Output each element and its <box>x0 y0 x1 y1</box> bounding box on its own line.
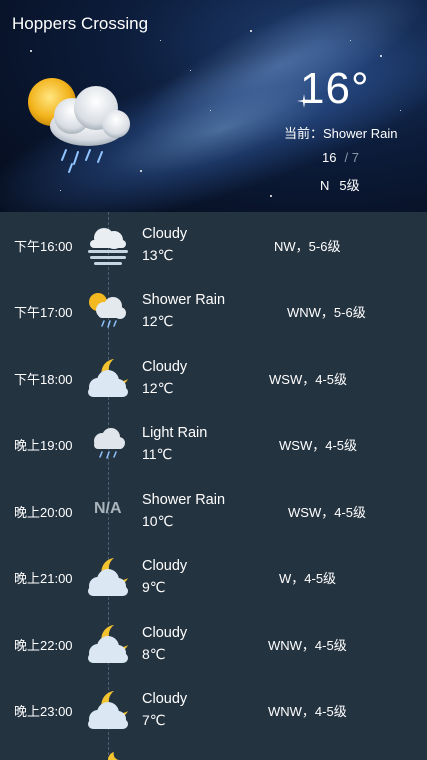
current-condition-text: Shower Rain <box>323 126 398 141</box>
moon-cloud-icon <box>88 625 128 663</box>
hour-temperature: 11℃ <box>142 446 173 462</box>
hour-condition: Cloudy <box>142 226 188 242</box>
hour-time: 晚上22:00 <box>14 638 73 653</box>
hour-condition: Cloudy <box>142 558 188 574</box>
hour-wind: WSW，4-5级 <box>269 372 348 387</box>
cloud-rain-icon <box>94 428 125 459</box>
hourly-row: 下午17:00 Shower Rain 12℃ WNW，5-6级 <box>0 278 427 344</box>
hour-time: 下午17:00 <box>14 305 73 320</box>
hourly-row: 晚上20:00 N/A Shower Rain 10℃ WSW，4-5级 <box>0 478 427 544</box>
wind-level: 5级 <box>339 178 360 193</box>
hour-condition: Shower Rain <box>142 492 226 508</box>
hour-temperature: 12℃ <box>142 380 174 396</box>
hour-wind: WSW，4-5级 <box>279 438 358 453</box>
sun-cloud-rain-icon <box>89 293 126 328</box>
hour-wind: WNW，5-6级 <box>287 305 366 320</box>
current-condition: 当前：Shower Rain <box>284 123 397 142</box>
hour-temperature: 7℃ <box>142 712 166 728</box>
hourly-forecast-list[interactable]: 下午16:00 Cloudy 13℃ NW，5-6级 下午17:00 Showe… <box>0 212 427 760</box>
moon-cloud-icon <box>88 359 128 397</box>
hour-temperature: 12℃ <box>142 313 174 329</box>
hour-condition: Cloudy <box>142 691 188 707</box>
hour-time: 晚上21:00 <box>14 571 73 586</box>
hourly-row: 下午18:00 Cloudy 12℃ WSW，4-5级 <box>0 345 427 411</box>
location-title[interactable]: Hoppers Crossing <box>12 14 148 34</box>
hour-temperature: 9℃ <box>142 579 166 595</box>
hour-wind: WSW，4-5级 <box>288 505 367 520</box>
hour-time: 晚上19:00 <box>14 438 73 453</box>
high-temp: 16 <box>322 150 337 165</box>
weather-header: Hoppers Crossing 16° 当前：Shower Rain 16 /… <box>0 0 427 212</box>
moon-icon <box>107 752 120 760</box>
current-condition-prefix: 当前： <box>284 126 324 141</box>
hour-condition: Cloudy <box>142 359 188 375</box>
moon-cloud-icon <box>88 691 128 729</box>
temperature-range: 16 / 7 <box>322 150 359 165</box>
hour-time: 下午16:00 <box>14 239 73 254</box>
hour-condition: Light Rain <box>142 425 208 441</box>
hourly-row: 下午16:00 Cloudy 13℃ NW，5-6级 <box>0 212 427 278</box>
current-temperature: 16° <box>300 64 370 113</box>
moon-cloud-icon <box>88 558 128 596</box>
current-wind: N 5级 <box>320 175 360 194</box>
sun-cloud-rain-icon <box>28 78 130 173</box>
na-icon: N/A <box>82 486 134 534</box>
hourly-row: 晚上23:00 Cloudy 7℃ WNW，4-5级 <box>0 677 427 743</box>
hour-time: 晚上20:00 <box>14 505 73 520</box>
hour-time: 晚上23:00 <box>14 704 73 719</box>
hour-wind: WNW，4-5级 <box>268 638 347 653</box>
hour-temperature: 8℃ <box>142 646 166 662</box>
hour-time: 下午18:00 <box>14 372 73 387</box>
fog-cloud-icon <box>88 228 128 265</box>
hour-condition: Shower Rain <box>142 292 226 308</box>
hour-condition: Cloudy <box>142 625 188 641</box>
na-icon-text: N/A <box>94 500 122 517</box>
hour-wind: WNW，4-5级 <box>268 704 347 719</box>
hour-temperature: 13℃ <box>142 247 174 263</box>
hour-wind: W，4-5级 <box>279 571 337 586</box>
hourly-row: 晚上19:00 Light Rain 11℃ WSW，4-5级 <box>0 411 427 477</box>
hourly-row: 晚上22:00 Cloudy 8℃ WNW，4-5级 <box>0 611 427 677</box>
hour-wind: NW，5-6级 <box>274 239 341 254</box>
wind-direction: N <box>320 178 330 193</box>
hourly-row: 晚上21:00 Cloudy 9℃ W，4-5级 <box>0 544 427 610</box>
hour-temperature: 10℃ <box>142 513 174 529</box>
low-temp: / 7 <box>344 150 359 165</box>
